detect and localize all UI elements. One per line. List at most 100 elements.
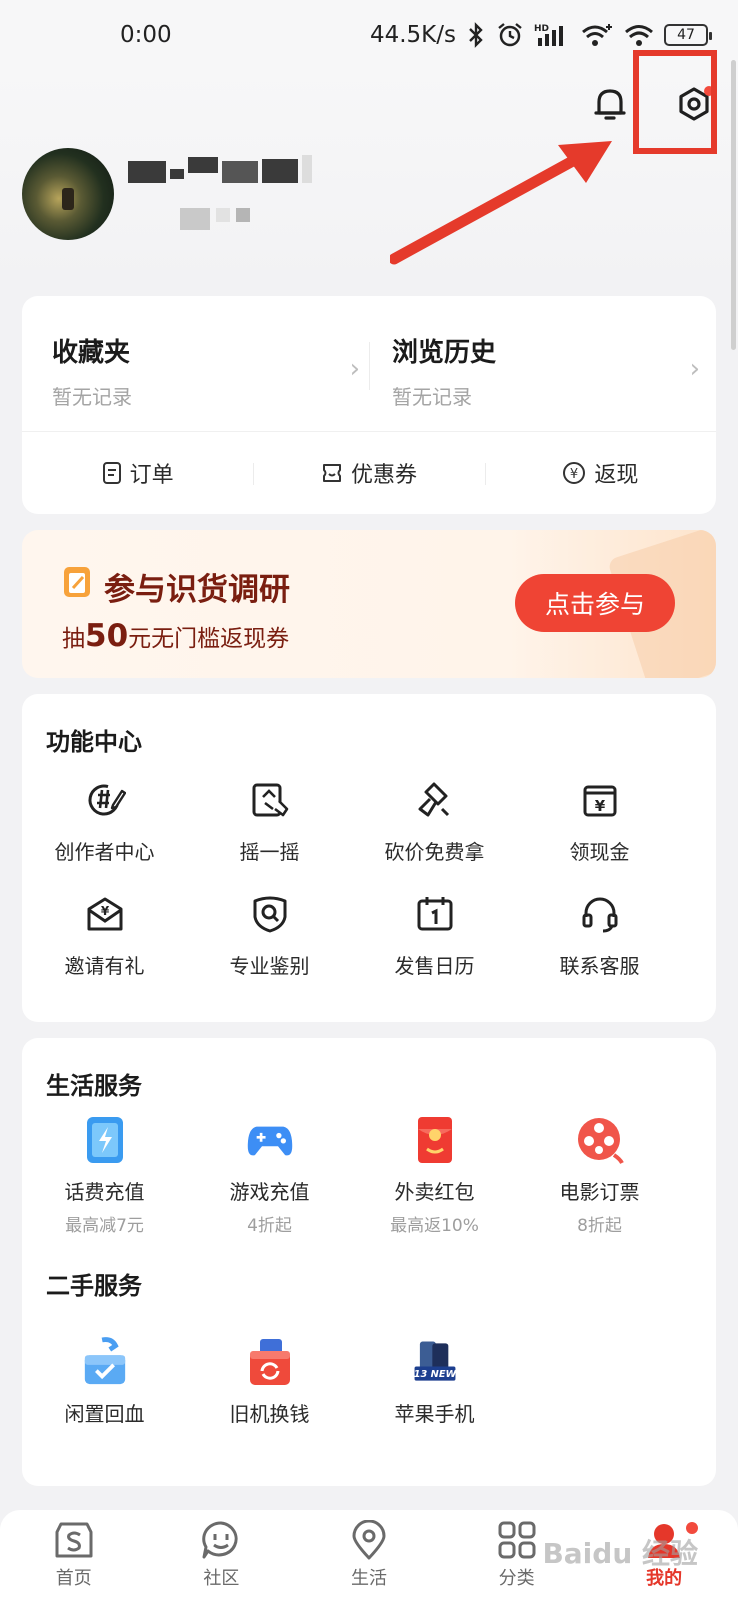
coupons-label: 优惠券: [350, 462, 417, 488]
trade-in-item[interactable]: 旧机换钱: [187, 1338, 352, 1427]
nav-life[interactable]: 生活: [295, 1510, 443, 1600]
svg-text:¥: ¥: [594, 797, 605, 815]
second-hand-row: 闲置回血 旧机换钱 13 NEW 苹果手机: [22, 1337, 716, 1427]
game-recharge-item[interactable]: 游戏充值 4折起: [187, 1116, 352, 1236]
chevron-right-icon: ›: [689, 354, 700, 384]
get-cash-label: 领现金: [569, 840, 630, 864]
red-envelope-icon: [417, 1117, 452, 1163]
coupons-link[interactable]: 优惠券: [253, 457, 484, 489]
takeout-envelope-sub: 最高返10%: [390, 1216, 479, 1236]
customer-service-item[interactable]: 联系客服: [517, 890, 682, 979]
identify-label: 专业鉴别: [229, 954, 310, 978]
function-row: ¥ 邀请有礼 专业鉴别 发售日历 联系客服: [22, 890, 716, 979]
history-entry[interactable]: 浏览历史 暂无记录 ›: [392, 332, 712, 410]
nav-home[interactable]: 首页: [0, 1510, 148, 1600]
divider: [369, 342, 370, 390]
location-icon: [352, 1520, 386, 1560]
wifi-icon: [625, 25, 653, 46]
user-id-blurred: [180, 208, 250, 230]
username-blurred: [128, 155, 312, 183]
nav-life-label: 生活: [350, 1568, 387, 1589]
release-calendar-label: 发售日历: [394, 954, 475, 978]
game-recharge-sub: 4折起: [247, 1216, 292, 1236]
phone-recharge-item[interactable]: 话费充值 最高减7元: [22, 1116, 187, 1236]
coupon-icon: [322, 463, 341, 482]
idle-resell-item[interactable]: 闲置回血: [22, 1337, 187, 1427]
favorites-sub: 暂无记录: [52, 385, 132, 409]
calendar-icon: [417, 897, 452, 931]
life-services-title: 生活服务: [46, 1072, 142, 1100]
phone-recharge-sub: 最高减7元: [65, 1216, 144, 1236]
bargain-icon: [418, 782, 449, 817]
function-row: 创作者中心 摇一摇 砍价免费拿 ¥ 领现金: [22, 776, 716, 865]
creator-center-label: 创作者中心: [54, 840, 155, 864]
creator-center-item[interactable]: 创作者中心: [22, 776, 187, 865]
wifi-plus-icon: [582, 24, 612, 46]
bluetooth-icon: [469, 22, 483, 48]
orders-link[interactable]: 订单: [22, 457, 253, 489]
nav-community[interactable]: 社区: [148, 1510, 296, 1600]
survey-banner[interactable]: 参与识货调研 抽50元无门槛返现券 点击参与: [22, 530, 716, 678]
film-reel-icon: [577, 1118, 624, 1164]
bargain-label: 砍价免费拿: [384, 840, 485, 864]
svg-text:HD: HD: [534, 24, 549, 34]
nav-category-label: 分类: [498, 1568, 535, 1589]
phone-recharge-label: 话费充值: [64, 1180, 145, 1204]
notification-button[interactable]: [588, 82, 632, 126]
trade-in-icon: [249, 1339, 290, 1385]
movie-tickets-label: 电影订票: [559, 1180, 640, 1204]
iphone-item[interactable]: 13 NEW 苹果手机: [352, 1338, 517, 1427]
favorites-entry[interactable]: 收藏夹 暂无记录 ›: [52, 332, 372, 410]
invite-label: 邀请有礼: [64, 954, 145, 978]
home-icon: [55, 1522, 93, 1558]
recycle-box-icon: [84, 1337, 125, 1385]
history-title: 浏览历史: [392, 338, 497, 368]
cash-icon: ¥: [583, 785, 616, 817]
avatar[interactable]: [22, 148, 114, 240]
nav-home-label: 首页: [55, 1568, 92, 1589]
release-calendar-item[interactable]: 发售日历: [352, 890, 517, 979]
favorites-card: 收藏夹 暂无记录 › 浏览历史 暂无记录 › 订单 优惠券 ¥ 返现: [22, 296, 716, 514]
iphone-label: 苹果手机: [394, 1402, 475, 1426]
hd-signal-icon: HD: [534, 24, 563, 46]
life-services-row: 话费充值 最高减7元 游戏充值 4折起 外卖红包 最高返10% 电影订票 8折起: [22, 1116, 716, 1236]
movie-tickets-item[interactable]: 电影订票 8折起: [517, 1116, 682, 1236]
scrollbar[interactable]: [731, 60, 736, 350]
annotation-highlight-box: [633, 50, 717, 154]
game-recharge-label: 游戏充值: [229, 1180, 310, 1204]
life-services-card: 生活服务 话费充值 最高减7元 游戏充值 4折起 外卖红包 最高返10% 电影订…: [22, 1038, 716, 1486]
history-sub: 暂无记录: [392, 385, 472, 409]
invite-icon: ¥: [87, 897, 122, 931]
grid-icon: [498, 1521, 536, 1559]
bargain-item[interactable]: 砍价免费拿: [352, 776, 517, 865]
cashback-link[interactable]: ¥ 返现: [484, 457, 716, 489]
get-cash-item[interactable]: ¥ 领现金: [517, 776, 682, 865]
nav-community-label: 社区: [203, 1568, 240, 1589]
phone-recharge-icon: [86, 1117, 123, 1163]
alarm-icon: [498, 23, 522, 47]
function-center-title: 功能中心: [46, 728, 142, 756]
creator-icon: [88, 784, 126, 816]
trade-in-label: 旧机换钱: [229, 1402, 310, 1426]
baidu-watermark: Baidu 经验: [542, 1537, 698, 1570]
gamepad-icon: [247, 1126, 292, 1156]
takeout-envelope-item[interactable]: 外卖红包 最高返10%: [352, 1116, 517, 1236]
svg-text:¥: ¥: [100, 904, 109, 918]
customer-service-label: 联系客服: [559, 954, 640, 978]
svg-text:¥: ¥: [570, 467, 578, 482]
takeout-envelope-label: 外卖红包: [394, 1180, 475, 1204]
svg-text:13 NEW: 13 NEW: [413, 1369, 457, 1380]
status-bar: 0:00 44.5K/s HD 47: [0, 0, 738, 70]
idle-resell-label: 闲置回血: [64, 1402, 145, 1426]
shake-icon: [252, 783, 288, 817]
orders-label: 订单: [129, 462, 174, 488]
bell-icon: [594, 89, 626, 120]
join-survey-button[interactable]: 点击参与: [515, 574, 675, 632]
network-speed: 44.5K/s: [369, 22, 456, 48]
shake-item[interactable]: 摇一摇: [187, 776, 352, 865]
function-center-card: 功能中心 创作者中心 摇一摇 砍价免费拿 ¥ 领现金 ¥ 邀请有礼 专业鉴别 发…: [22, 694, 716, 1022]
identify-item[interactable]: 专业鉴别: [187, 890, 352, 979]
banner-title: 参与识货调研: [104, 572, 290, 608]
invite-item[interactable]: ¥ 邀请有礼: [22, 890, 187, 979]
cashback-icon: ¥: [563, 461, 586, 484]
